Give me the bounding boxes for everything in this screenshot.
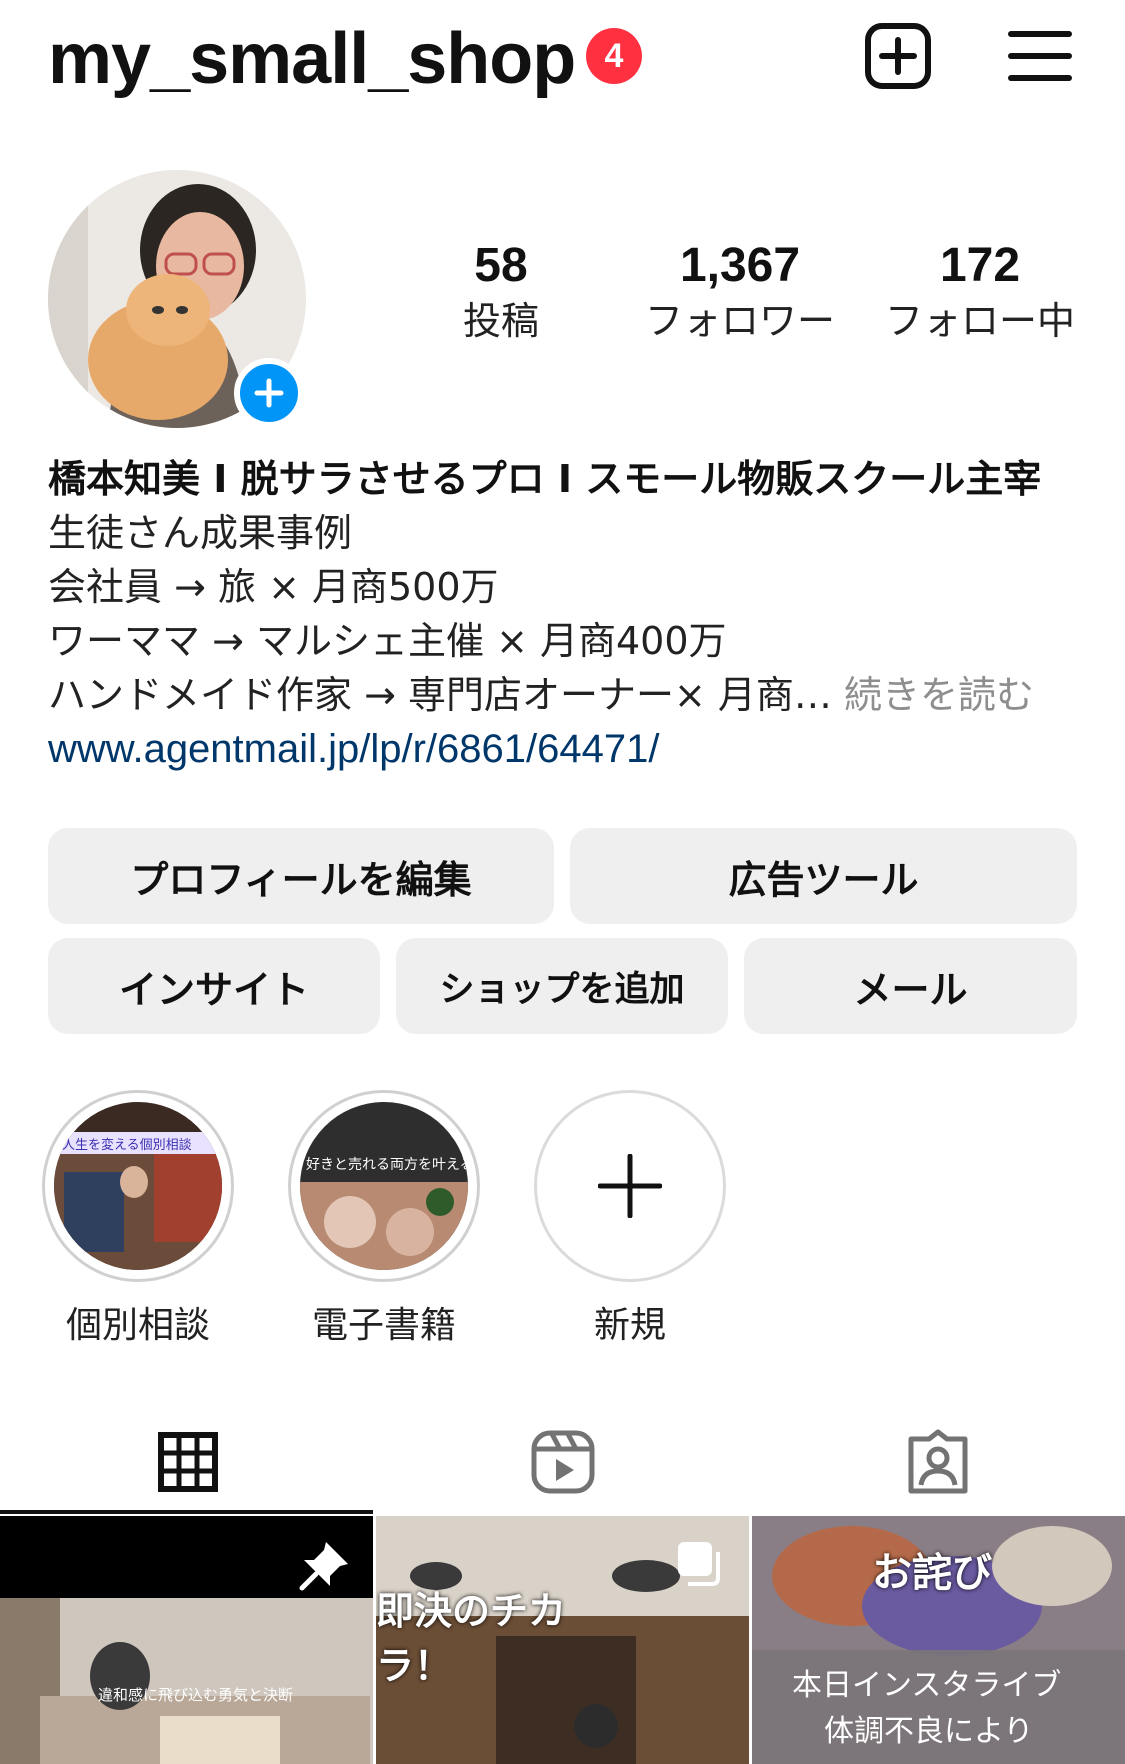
tab-reels[interactable] (375, 1408, 750, 1516)
stat-posts[interactable]: 58 投稿 (401, 239, 601, 346)
profile-avatar[interactable] (48, 170, 306, 428)
reels-icon (531, 1430, 594, 1494)
bio-line-truncated: ハンドメイド作家 → 専門店オーナー× 月商… 続きを読む (48, 668, 1088, 722)
highlight-cover: 好きと売れる両方を叶える (300, 1102, 468, 1270)
stat-posts-count: 58 (474, 239, 528, 292)
bio-line: ハンドメイド作家 → 専門店オーナー× 月商… (48, 673, 832, 717)
plus-square-icon (865, 23, 931, 89)
post-title: お詫び (872, 1550, 992, 1596)
stat-followers-count: 1,367 (679, 239, 801, 292)
post-caption: 本日インスタライブ (792, 1668, 1062, 1703)
bio-line: 会社員 → 旅 × 月商500万 (48, 565, 499, 609)
profile-tabs (0, 1408, 1125, 1516)
stat-following[interactable]: 172 フォロー中 (870, 239, 1090, 346)
bio-line: ワーママ → マルシェ主催 × 月商400万 (48, 619, 727, 663)
stat-posts-label: 投稿 (462, 298, 539, 343)
post-tile[interactable]: 即決のチカラ！ (376, 1516, 749, 1764)
ad-tools-button[interactable]: 広告ツール (570, 828, 1077, 924)
bio-line: 生徒さん成果事例 (48, 511, 353, 555)
profile-header: my_small_shop 4 (0, 0, 1125, 120)
profile-bio: 橋本知美 I 脱サラさせるプロ I スモール物販スクール主宰 生徒さん成果事例 … (48, 452, 1088, 776)
post-caption: 即決のチカラ！ (376, 1589, 567, 1688)
tab-posts-grid[interactable] (0, 1408, 375, 1516)
highlight-cover-image (54, 1102, 222, 1270)
add-story-button[interactable] (234, 358, 304, 428)
post-tile[interactable]: お詫び 本日インスタライブ 体調不良により (752, 1516, 1125, 1764)
stat-followers[interactable]: 1,367 フォロワー (630, 239, 850, 346)
highlight-cover-image (300, 1102, 468, 1270)
highlight-label: 新規 (593, 1305, 666, 1346)
stat-followers-label: フォロワー (644, 298, 835, 343)
highlight-cover-text: 人生を変える個別相談 (62, 1138, 192, 1153)
highlight-ring: 好きと売れる両方を叶える (288, 1090, 480, 1282)
plus-icon (598, 1154, 662, 1218)
pin-icon (299, 1542, 348, 1591)
highlight-label: 電子書籍 (311, 1305, 456, 1346)
stat-following-label: フォロー中 (884, 298, 1075, 343)
highlight-cover-text: 好きと売れる両方を叶える (306, 1157, 468, 1173)
active-tab-indicator (0, 1510, 373, 1514)
username-title[interactable]: my_small_shop (48, 18, 576, 100)
highlight-cover: 人生を変える個別相談 (54, 1102, 222, 1270)
post-tile[interactable]: 違和感に飛び込む勇気と決断 (0, 1516, 373, 1764)
notification-badge[interactable]: 4 (586, 28, 642, 84)
plus-icon (254, 378, 284, 408)
hamburger-menu-icon (1008, 31, 1072, 81)
highlight-label: 個別相談 (65, 1305, 210, 1346)
mail-button[interactable]: メール (744, 938, 1077, 1034)
menu-button[interactable] (1004, 20, 1076, 92)
post-caption: 体調不良により (824, 1714, 1034, 1749)
multiple-photos-icon (678, 1542, 720, 1586)
highlight-ebook[interactable]: 好きと売れる両方を叶える 電子書籍 (288, 1090, 480, 1348)
tab-tagged[interactable] (750, 1408, 1125, 1516)
new-highlight-button[interactable] (534, 1090, 726, 1282)
read-more-link[interactable]: 続きを読む (844, 673, 1034, 717)
tagged-person-icon (908, 1429, 967, 1494)
create-post-button[interactable] (862, 20, 934, 92)
highlight-ring: 人生を変える個別相談 (42, 1090, 234, 1282)
grid-icon (157, 1432, 218, 1492)
posts-grid: 違和感に飛び込む勇気と決断 即決のチカラ！ お詫び 本日インスタライブ 体調不良… (0, 1516, 1125, 1764)
insights-button[interactable]: インサイト (48, 938, 380, 1034)
highlight-consultation[interactable]: 人生を変える個別相談 個別相談 (42, 1090, 234, 1348)
add-shop-button[interactable]: ショップを追加 (396, 938, 728, 1034)
bio-website-link[interactable]: www.agentmail.jp/lp/r/6861/64471/ (48, 722, 1088, 776)
highlight-new[interactable]: 新規 (534, 1090, 726, 1348)
bio-name: 橋本知美 I 脱サラさせるプロ I スモール物販スクール主宰 (48, 457, 1042, 501)
post-caption: 違和感に飛び込む勇気と決断 (98, 1686, 294, 1704)
stat-following-count: 172 (939, 239, 1021, 292)
edit-profile-button[interactable]: プロフィールを編集 (48, 828, 554, 924)
